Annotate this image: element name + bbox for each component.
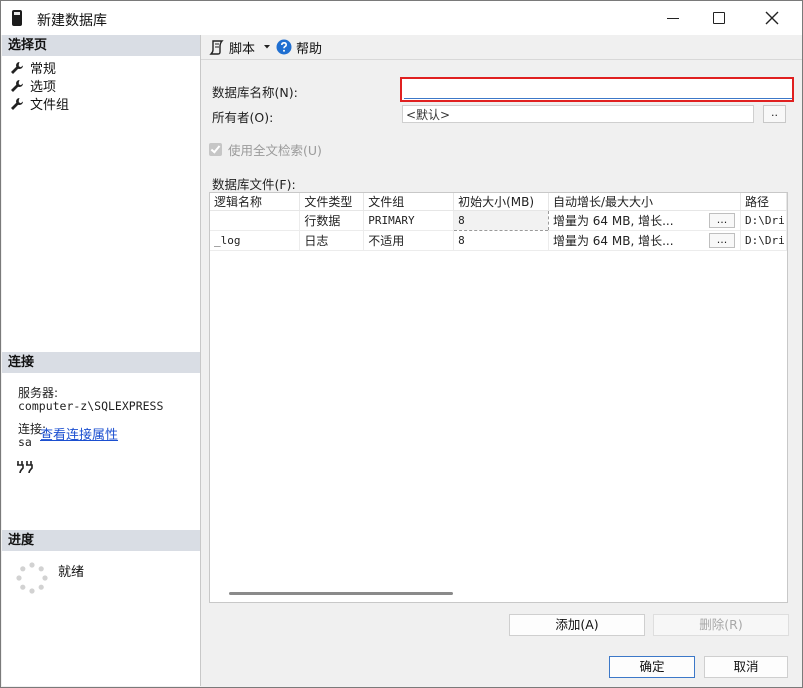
chevron-down-icon <box>264 45 271 49</box>
page-item-options[interactable]: 选项 <box>10 77 57 95</box>
minimize-icon <box>667 17 679 19</box>
cell-file-type: 日志 <box>299 230 365 251</box>
maximize-button[interactable] <box>693 1 745 35</box>
ok-button[interactable]: 确定 <box>609 656 695 678</box>
cell-path[interactable]: D:\Dri <box>740 210 787 231</box>
toolbar: 脚本 帮助 <box>201 35 802 59</box>
close-icon <box>765 11 779 25</box>
help-button[interactable]: 帮助 <box>276 38 323 57</box>
server-value: computer-z\SQLEXPRESS <box>18 399 164 413</box>
page-item-filegroups[interactable]: 文件组 <box>10 95 70 113</box>
table-row[interactable]: _log 日志 不适用 8 增量为 64 MB, 增长...... D:\Dri <box>210 230 787 251</box>
connection-value: sa <box>18 435 32 449</box>
col-header-autogrowth[interactable]: 自动增长/最大大小 <box>548 193 741 211</box>
autogrowth-browse-button[interactable]: ... <box>708 213 735 228</box>
page-item-general[interactable]: 常规 <box>10 59 57 77</box>
col-header-filegroup[interactable]: 文件组 <box>363 193 455 211</box>
owner-label: 所有者(O): <box>212 110 274 125</box>
table-row[interactable]: 行数据 PRIMARY 8 增量为 64 MB, 增长...... D:\Dri <box>210 210 787 231</box>
fulltext-checkbox: 使用全文检索(U) <box>209 140 322 159</box>
cell-autogrowth: 增量为 64 MB, 增长...... <box>548 210 741 231</box>
db-name-input[interactable] <box>404 81 792 99</box>
col-header-file-type[interactable]: 文件类型 <box>299 193 365 211</box>
db-name-field-highlight <box>400 77 794 102</box>
col-header-initial-size[interactable]: 初始大小(MB) <box>453 193 549 211</box>
horizontal-scrollbar[interactable] <box>229 592 453 595</box>
script-icon <box>209 40 224 55</box>
close-button[interactable] <box>746 1 798 35</box>
connection-header: 连接 <box>2 352 200 373</box>
maximize-icon <box>713 12 725 24</box>
autogrowth-text: 增量为 64 MB, 增长... <box>552 234 674 248</box>
files-label: 数据库文件(F): <box>212 177 296 192</box>
col-header-logical-name[interactable]: 逻辑名称 <box>210 193 301 211</box>
wrench-icon <box>10 97 24 111</box>
progress-header: 进度 <box>2 530 200 551</box>
cell-initial-size[interactable]: 8 <box>453 210 549 231</box>
cell-path[interactable]: D:\Dri <box>740 230 787 251</box>
cell-initial-size[interactable]: 8 <box>453 230 549 251</box>
wrench-icon <box>10 61 24 75</box>
select-page-header: 选择页 <box>2 35 200 56</box>
connection-properties-icon <box>16 460 34 474</box>
app-icon <box>12 10 22 26</box>
script-button[interactable]: 脚本 <box>209 38 271 57</box>
cell-file-type: 行数据 <box>299 210 365 231</box>
cell-logical-name[interactable]: _log <box>210 230 301 251</box>
help-label: 帮助 <box>296 41 323 57</box>
cell-logical-name[interactable] <box>210 210 301 231</box>
title-bar: 新建数据库 <box>1 1 802 35</box>
checkbox-icon <box>209 143 222 156</box>
minimize-button[interactable] <box>647 1 699 35</box>
left-pane: 选择页 常规 选项 文件组 连接 服务器: computer-z\SQLEXPR… <box>2 35 201 686</box>
remove-button[interactable]: 删除(R) <box>653 614 789 636</box>
help-icon <box>276 39 292 55</box>
autogrowth-browse-button[interactable]: ... <box>708 233 735 248</box>
cell-filegroup: 不适用 <box>363 230 455 251</box>
cell-filegroup[interactable]: PRIMARY <box>363 210 455 231</box>
wrench-icon <box>10 79 24 93</box>
owner-input[interactable]: <默认> <box>402 105 754 123</box>
toolbar-separator <box>201 59 802 60</box>
autogrowth-text: 增量为 64 MB, 增长... <box>552 214 674 228</box>
progress-status: 就绪 <box>58 565 85 580</box>
window-title: 新建数据库 <box>37 13 107 29</box>
add-button[interactable]: 添加(A) <box>509 614 645 636</box>
script-label: 脚本 <box>229 41 256 57</box>
cancel-button[interactable]: 取消 <box>704 656 788 678</box>
fulltext-label: 使用全文检索(U) <box>228 143 322 158</box>
page-item-label: 常规 <box>30 62 57 77</box>
page-item-label: 文件组 <box>30 98 70 113</box>
col-header-path[interactable]: 路径 <box>740 193 787 211</box>
progress-spinner-icon <box>16 562 48 594</box>
grid-header-row: 逻辑名称 文件类型 文件组 初始大小(MB) 自动增长/最大大小 路径 <box>210 193 787 211</box>
page-item-label: 选项 <box>30 80 57 95</box>
owner-browse-button[interactable]: .. <box>763 105 786 123</box>
cell-autogrowth: 增量为 64 MB, 增长...... <box>548 230 741 251</box>
database-files-grid: 逻辑名称 文件类型 文件组 初始大小(MB) 自动增长/最大大小 路径 行数据 … <box>209 192 788 603</box>
view-connection-properties-link[interactable]: 查看连接属性 <box>40 424 118 443</box>
db-name-label: 数据库名称(N): <box>212 85 298 100</box>
new-database-dialog: 新建数据库 选择页 常规 选项 文件组 连接 服务器: computer-z\S… <box>0 0 803 688</box>
